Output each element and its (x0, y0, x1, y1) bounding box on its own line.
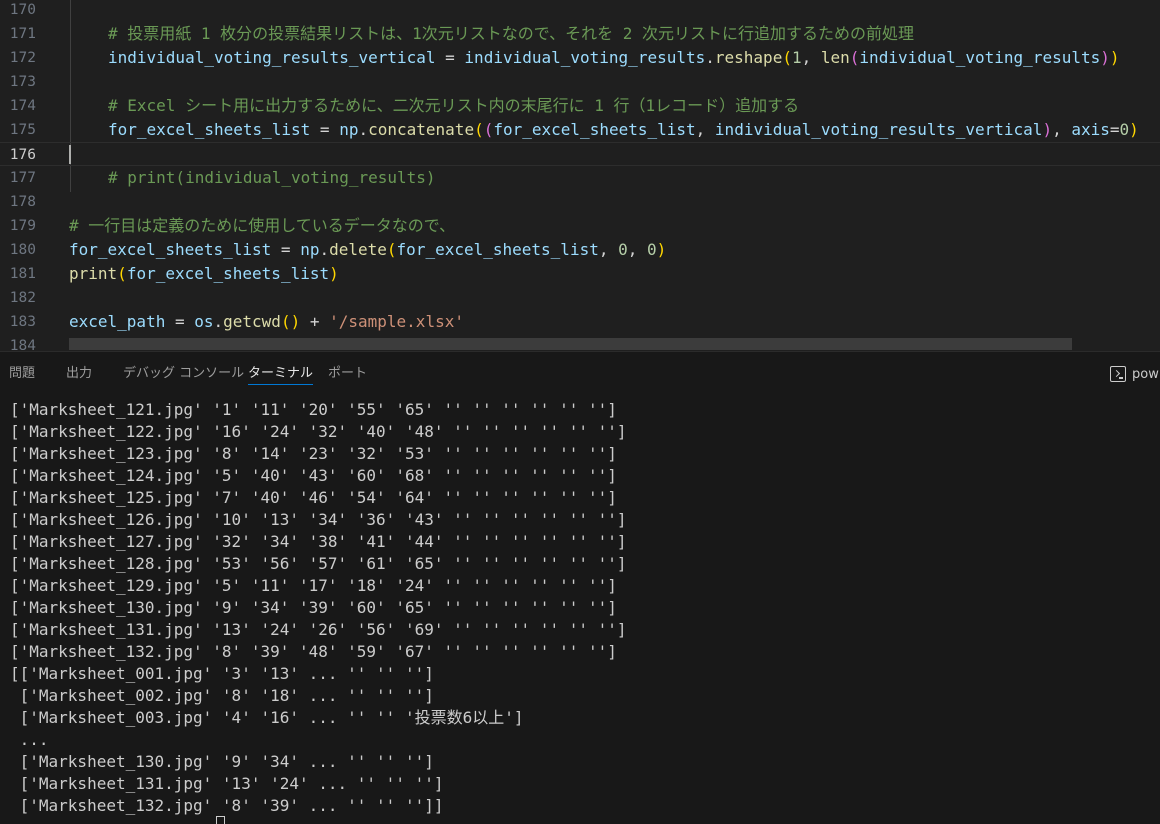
tab-problems[interactable]: 問題 (9, 352, 35, 395)
code-line[interactable]: 182 (0, 286, 1160, 310)
code-editor[interactable]: 170 171 # 投票用紙 1 枚分の投票結果リストは、1次元リストなので、それを… (0, 0, 1160, 351)
terminal-line: ['Marksheet_003.jpg' '4' '16' ... '' '' … (10, 708, 524, 727)
code-text: print(for_excel_sheets_list) (69, 264, 339, 283)
line-number: 182 (9, 290, 36, 306)
code-text: # 投票用紙 1 枚分の投票結果リストは、1次元リストなので、それを 2 次元リ… (108, 24, 915, 43)
terminal-output[interactable]: ['Marksheet_121.jpg' '1' '11' '20' '55' … (0, 395, 1160, 824)
line-number: 177 (9, 170, 36, 186)
panel-tab-bar: 問題 出力 デバッグ コンソール ターミナル ポート pow (0, 351, 1160, 395)
terminal-line: ['Marksheet_132.jpg' '8' '39' '48' '59' … (10, 642, 617, 661)
terminal-line: ['Marksheet_130.jpg' '9' '34' ... '' '' … (10, 752, 434, 771)
code-line[interactable]: 178 (0, 190, 1160, 214)
terminal-line: ['Marksheet_124.jpg' '5' '40' '43' '60' … (10, 466, 617, 485)
tab-terminal[interactable]: ターミナル (248, 352, 314, 395)
terminal-line: ['Marksheet_129.jpg' '5' '11' '17' '18' … (10, 576, 617, 595)
line-number: 183 (9, 314, 36, 330)
line-number: 171 (9, 26, 36, 42)
terminal-line: ['Marksheet_131.jpg' '13' '24' ... '' ''… (10, 774, 444, 793)
code-text: # 一行目は定義のために使用しているデータなので、 (69, 216, 456, 235)
horizontal-scrollbar[interactable] (69, 338, 1072, 350)
line-number: 172 (9, 50, 36, 66)
terminal-line: [['Marksheet_001.jpg' '3' '13' ... '' ''… (10, 664, 434, 683)
terminal-line: ['Marksheet_002.jpg' '8' '18' ... '' '' … (10, 686, 434, 705)
code-text: for_excel_sheets_list = np.delete(for_ex… (69, 240, 667, 259)
line-number: 178 (9, 194, 36, 210)
terminal-line: ['Marksheet_132.jpg' '8' '39' ... '' '' … (10, 796, 444, 815)
terminal-line: ['Marksheet_122.jpg' '16' '24' '32' '40'… (10, 422, 627, 441)
code-line[interactable]: 180 for_excel_sheets_list = np.delete(for… (0, 238, 1160, 262)
terminal-line: ['Marksheet_128.jpg' '53' '56' '57' '61'… (10, 554, 627, 573)
code-line[interactable]: 171 # 投票用紙 1 枚分の投票結果リストは、1次元リストなので、それを 2 … (0, 22, 1160, 46)
tab-ports[interactable]: ポート (328, 352, 367, 395)
code-line[interactable]: 179 # 一行目は定義のために使用しているデータなので、 (0, 214, 1160, 238)
code-text: # Excel シート用に出力するために、二次元リスト内の末尾行に 1 行（1レ… (108, 96, 800, 115)
terminal-line: ['Marksheet_126.jpg' '10' '13' '34' '36'… (10, 510, 627, 529)
terminal-line: ... (10, 730, 49, 749)
line-number: 180 (9, 242, 36, 258)
code-line[interactable]: 175 for_excel_sheets_list = np.concatenat… (0, 118, 1160, 142)
terminal-line: ['Marksheet_123.jpg' '8' '14' '23' '32' … (10, 444, 617, 463)
code-text: # print(individual_voting_results) (108, 168, 436, 187)
code-line[interactable]: 170 (0, 0, 1160, 22)
tab-debug-console[interactable]: デバッグ コンソール (123, 352, 244, 395)
terminal-line: ['Marksheet_121.jpg' '1' '11' '20' '55' … (10, 400, 617, 419)
code-text: for_excel_sheets_list = np.concatenate((… (108, 120, 1139, 139)
terminal-line: ['Marksheet_125.jpg' '7' '40' '46' '54' … (10, 488, 617, 507)
terminal-line: ['Marksheet_130.jpg' '9' '34' '39' '60' … (10, 598, 617, 617)
code-line[interactable]: 177 # print(individual_voting_results) (0, 166, 1160, 190)
text-cursor (69, 145, 71, 164)
terminal-profile-label: pow (1132, 366, 1159, 382)
terminal-cursor (216, 816, 225, 824)
code-line[interactable]: 172 individual_voting_results_vertical = … (0, 46, 1160, 70)
line-number: 173 (9, 74, 36, 90)
terminal-icon (1110, 366, 1126, 382)
line-number: 184 (9, 338, 36, 351)
code-line[interactable]: 174 # Excel シート用に出力するために、二次元リスト内の末尾行に 1 行… (0, 94, 1160, 118)
line-number: 174 (9, 98, 36, 114)
line-number: 176 (9, 147, 36, 163)
code-line[interactable]: 173 (0, 70, 1160, 94)
code-text: individual_voting_results_vertical = ind… (108, 48, 1120, 67)
terminal-line: ['Marksheet_127.jpg' '32' '34' '38' '41'… (10, 532, 627, 551)
tab-output[interactable]: 出力 (66, 352, 92, 395)
terminal-line: ['Marksheet_131.jpg' '13' '24' '26' '56'… (10, 620, 627, 639)
line-number: 170 (9, 2, 36, 18)
terminal-profile-button[interactable]: pow (1110, 364, 1159, 384)
line-number: 175 (9, 122, 36, 138)
line-number: 181 (9, 266, 36, 282)
code-text: excel_path = os.getcwd() + '/sample.xlsx… (69, 312, 464, 331)
line-number: 179 (9, 218, 36, 234)
code-line[interactable]: 181 print(for_excel_sheets_list) (0, 262, 1160, 286)
code-line[interactable]: 183 excel_path = os.getcwd() + '/sample.x… (0, 310, 1160, 334)
code-line[interactable]: 176 (0, 142, 1160, 166)
